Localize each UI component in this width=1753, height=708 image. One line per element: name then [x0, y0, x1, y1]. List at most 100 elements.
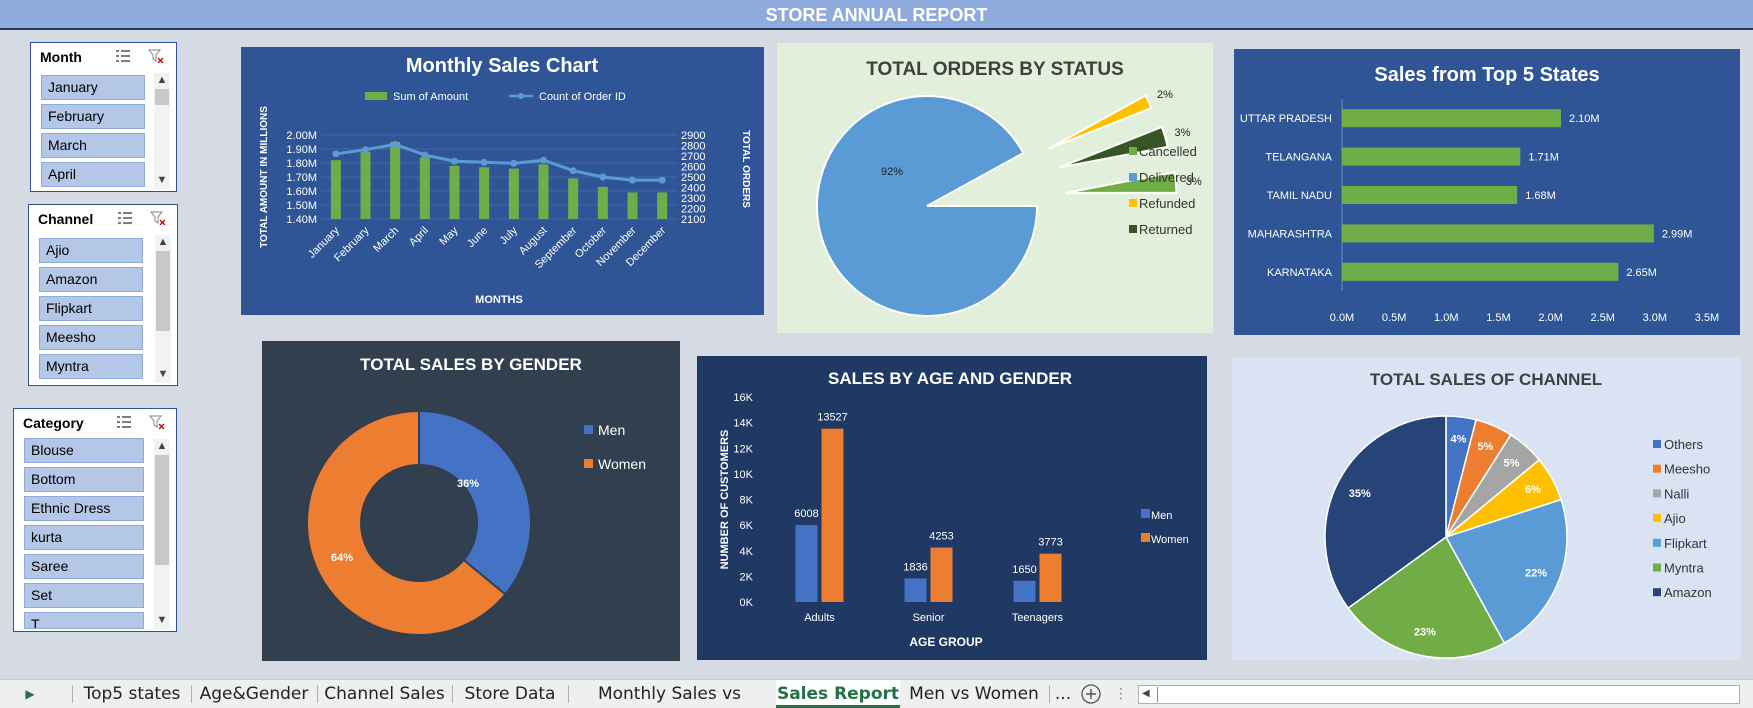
slicer-item-kurta[interactable]: kurta	[24, 525, 144, 550]
slicer-item-bottom[interactable]: Bottom	[24, 467, 144, 492]
tab-age-gender[interactable]: Age&Gender	[196, 680, 312, 708]
clear-filter-icon[interactable]	[147, 49, 164, 64]
slicer-item-amazon[interactable]: Amazon	[39, 267, 143, 292]
point-orders-february[interactable]	[362, 146, 369, 154]
more-tabs-button[interactable]: ...	[1052, 680, 1074, 708]
bar-senior-men[interactable]	[904, 578, 927, 602]
bar-amount-october[interactable]	[597, 186, 608, 219]
sales-by-gender-chart[interactable]: TOTAL SALES BY GENDER 36% 64% Men Women	[262, 341, 680, 661]
scroll-down-icon[interactable]: ▼	[154, 613, 170, 627]
bar-uttar-pradesh[interactable]	[1342, 109, 1561, 128]
bar-adults-women[interactable]	[821, 428, 844, 602]
point-orders-september[interactable]	[569, 167, 577, 175]
bar-amount-february[interactable]	[360, 151, 371, 219]
horizontal-scrollbar[interactable]: ◀	[1138, 685, 1740, 704]
channel-slicer[interactable]: Channel Ajio Amazon Flipkart Meesho Mynt…	[28, 204, 178, 386]
slicer-item-set[interactable]: Set	[24, 583, 144, 608]
slicer-item-april[interactable]: April	[41, 162, 145, 187]
legend-swatch-myntra	[1653, 563, 1661, 572]
scroll-up-icon[interactable]: ▲	[154, 439, 170, 453]
bar-amount-march[interactable]	[390, 142, 401, 219]
bar-amount-june[interactable]	[479, 167, 490, 219]
scroll-thumb[interactable]	[155, 89, 169, 105]
monthly-sales-chart[interactable]: Monthly Sales Chart Sum of Amount Count of…	[241, 47, 764, 315]
tab-sales-report[interactable]: Sales Report	[776, 680, 900, 708]
legend-label: Others	[1664, 437, 1704, 452]
slicer-item-flipkart[interactable]: Flipkart	[39, 296, 143, 321]
month-slicer[interactable]: Month January February March April ▲ ▼	[30, 42, 177, 192]
scroll-thumb[interactable]	[155, 455, 169, 565]
x-tick-label: June	[465, 225, 490, 250]
bar-karnataka[interactable]	[1342, 262, 1619, 281]
bar-amount-november[interactable]	[627, 192, 638, 219]
category-slicer[interactable]: Category Blouse Bottom Ethnic Dress kurt…	[13, 408, 177, 632]
point-orders-may[interactable]	[451, 157, 458, 165]
point-orders-january[interactable]	[332, 150, 340, 158]
slicer-item-t[interactable]: T	[24, 612, 144, 629]
bar-amount-july[interactable]	[508, 168, 519, 219]
scroll-down-icon[interactable]: ▼	[155, 367, 171, 381]
bar-maharashtra[interactable]	[1342, 224, 1654, 243]
slicer-item-january[interactable]: January	[41, 75, 145, 100]
scroll-thumb[interactable]	[156, 251, 170, 331]
age-gender-chart[interactable]: SALES BY AGE AND GENDER 0K 2K 4K 6K 8K 10K 12K 1…	[697, 356, 1207, 660]
x-tick-label: March	[371, 225, 401, 255]
point-orders-june[interactable]	[480, 158, 488, 166]
bar-senior-women[interactable]	[930, 547, 953, 602]
slicer-scrollbar[interactable]: ▲ ▼	[154, 439, 170, 629]
slicer-item-march[interactable]: March	[41, 133, 145, 158]
slicer-scrollbar[interactable]: ▲ ▼	[154, 73, 170, 189]
point-orders-july[interactable]	[510, 159, 518, 167]
point-orders-march[interactable]	[391, 140, 399, 148]
point-orders-november[interactable]	[629, 176, 636, 184]
bar-teenagers-men[interactable]	[1013, 580, 1036, 602]
scroll-left-icon[interactable]: ◀	[1142, 688, 1150, 699]
bar-teenagers-women[interactable]	[1039, 553, 1062, 602]
scroll-up-icon[interactable]: ▲	[155, 235, 171, 249]
slicer-item-february[interactable]: February	[41, 104, 145, 129]
tab-men-vs-women[interactable]: Men vs Women	[904, 680, 1044, 708]
orders-by-status-chart[interactable]: TOTAL ORDERS BY STATUS 92% 2% 3% 3% Cancelled…	[777, 43, 1213, 333]
clear-filter-icon[interactable]	[149, 211, 166, 226]
bar-amount-january[interactable]	[330, 160, 341, 219]
next-sheet-icon[interactable]: ▶	[22, 680, 38, 708]
new-sheet-icon[interactable]	[1079, 680, 1103, 708]
bar-adults-men[interactable]	[795, 525, 818, 602]
data-label: 1.71M	[1528, 152, 1559, 164]
scroll-up-icon[interactable]: ▲	[154, 73, 170, 87]
slicer-scrollbar[interactable]: ▲ ▼	[155, 235, 171, 383]
tab-store-data[interactable]: Store Data	[457, 680, 563, 708]
bar-amount-april[interactable]	[419, 157, 430, 219]
sales-by-channel-chart[interactable]: TOTAL SALES OF CHANNEL 4% 5% 5% 6% 22% 23% 35% O…	[1232, 357, 1741, 660]
bar-amount-may[interactable]	[449, 165, 460, 219]
slicer-item-blouse[interactable]: Blouse	[24, 438, 144, 463]
slicer-item-myntra[interactable]: Myntra	[39, 354, 143, 379]
bar-telangana[interactable]	[1342, 147, 1521, 166]
scroll-down-icon[interactable]: ▼	[154, 173, 170, 187]
donut-slice-men[interactable]	[418, 409, 532, 596]
bar-amount-august[interactable]	[538, 164, 549, 219]
multi-select-icon[interactable]	[115, 49, 131, 63]
tab-monthly-sales-vs-orders[interactable]: Monthly Sales vs Orders	[573, 680, 766, 708]
tab-options-icon[interactable]: ⋮	[1114, 680, 1128, 708]
slicer-item-saree[interactable]: Saree	[24, 554, 144, 579]
bar-tamil-nadu[interactable]	[1342, 186, 1518, 204]
top5-states-chart[interactable]: Sales from Top 5 States 0.0M 0.5M 1.0M 1.5M 2…	[1234, 49, 1740, 335]
point-orders-april[interactable]	[421, 151, 429, 159]
clear-filter-icon[interactable]	[148, 415, 165, 430]
point-orders-august[interactable]	[540, 156, 547, 164]
scroll-thumb[interactable]	[1157, 687, 1158, 702]
tab-top5-states[interactable]: Top5 states	[78, 680, 186, 708]
bar-amount-december[interactable]	[657, 192, 668, 219]
data-label: 1.68M	[1525, 190, 1556, 202]
slicer-item-meesho[interactable]: Meesho	[39, 325, 143, 350]
slicer-item-ethnic-dress[interactable]: Ethnic Dress	[24, 496, 144, 521]
point-orders-october[interactable]	[599, 173, 607, 181]
multi-select-icon[interactable]	[117, 211, 133, 225]
slicer-item-ajio[interactable]: Ajio	[39, 238, 143, 263]
pie-slice-delivered[interactable]	[816, 95, 1039, 317]
point-orders-december[interactable]	[658, 176, 666, 184]
multi-select-icon[interactable]	[116, 415, 132, 429]
tab-channel-sales[interactable]: Channel Sales	[322, 680, 447, 708]
bar-amount-september[interactable]	[568, 178, 579, 219]
